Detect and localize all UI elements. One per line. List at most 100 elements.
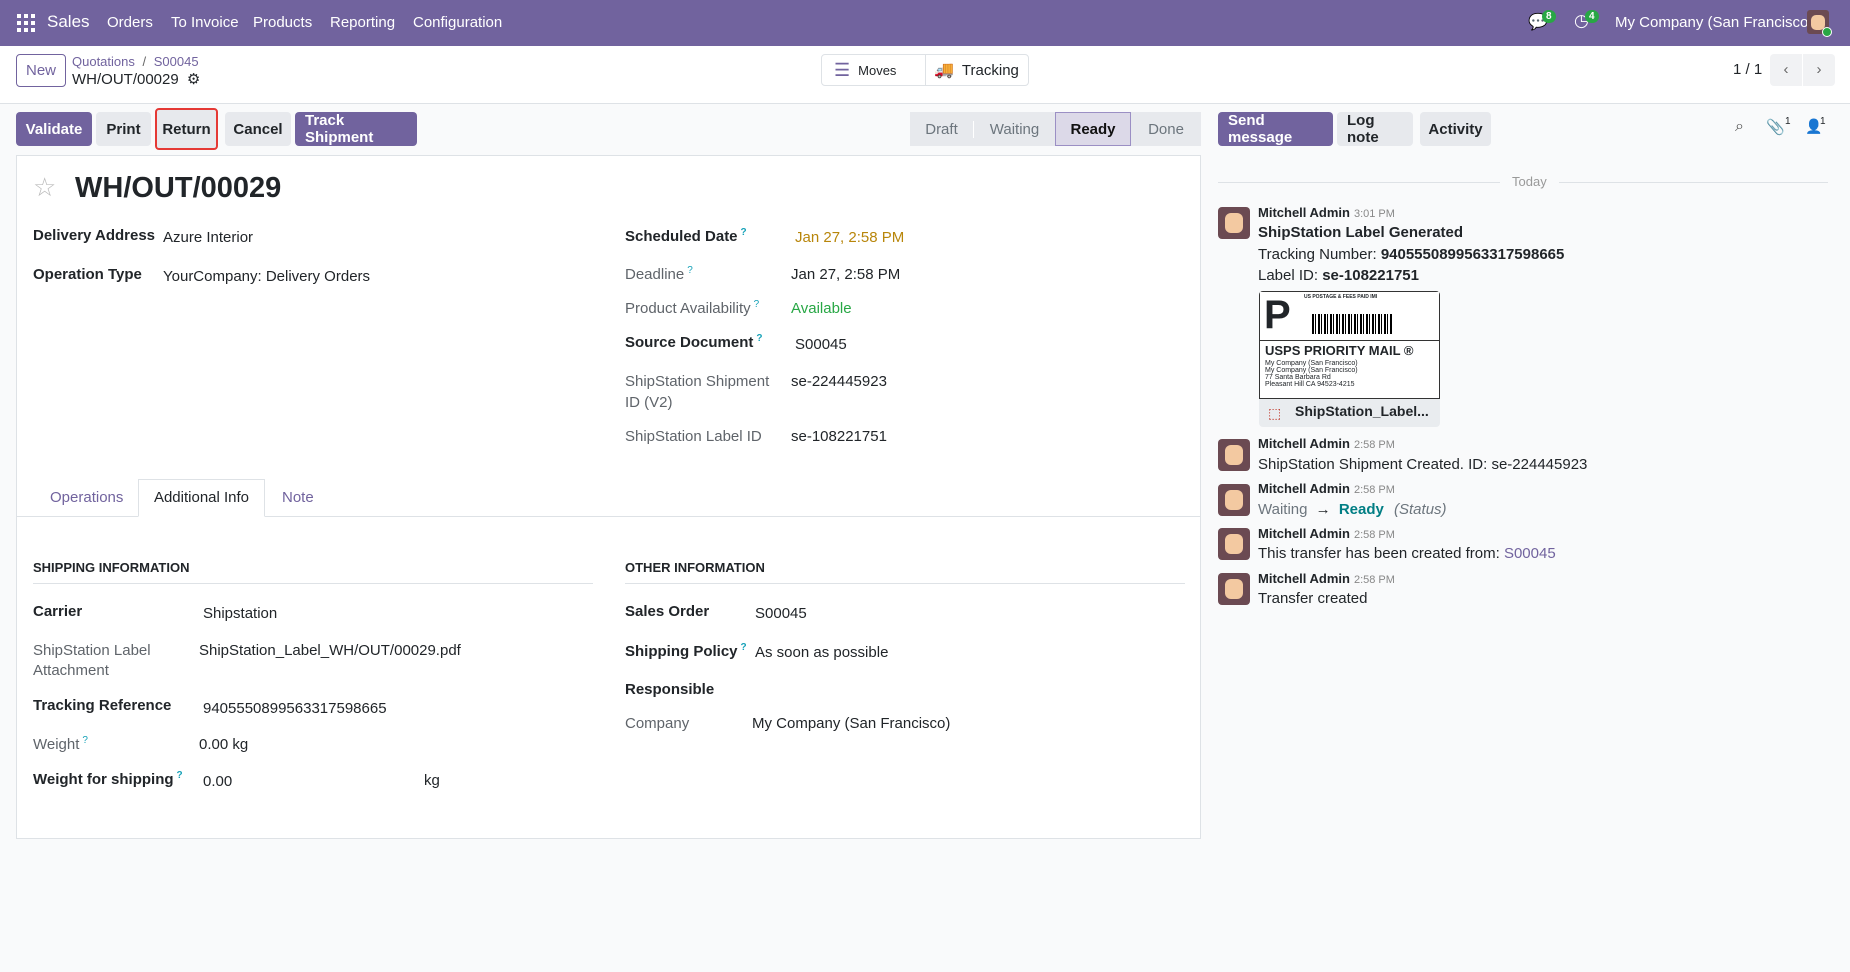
follower-count: 1 (1820, 116, 1826, 127)
author-avatar[interactable] (1218, 573, 1250, 605)
status-draft[interactable]: Draft (910, 121, 973, 138)
message-author[interactable]: Mitchell Admin 2:58 PM (1258, 436, 1395, 451)
shipment-id-label-2: ID (V2) (625, 394, 673, 411)
shipping-label-image: P US POSTAGE & FEES PAID IMI USPS PRIORI… (1259, 291, 1440, 399)
validate-button[interactable]: Validate (16, 112, 92, 146)
breadcrumb: Quotations / S00045 (72, 54, 199, 69)
label-attachment-label: ShipStation Label (33, 642, 151, 659)
author-avatar[interactable] (1218, 439, 1250, 471)
deadline-label: Deadline? (625, 265, 693, 283)
search-icon[interactable]: ⌕ (1735, 118, 1744, 136)
status-done[interactable]: Done (1131, 121, 1201, 138)
message-tracking: Tracking Number: 9405550899563317598665 (1258, 246, 1565, 263)
cancel-button[interactable]: Cancel (225, 112, 291, 146)
message-author[interactable]: Mitchell Admin 2:58 PM (1258, 526, 1395, 541)
sales-order-value[interactable]: S00045 (755, 605, 807, 622)
weight-label: Weight? (33, 735, 88, 753)
weight-shipping-input[interactable]: 0.00 (203, 773, 232, 790)
delivery-address-value[interactable]: Azure Interior (163, 229, 253, 246)
send-message-button[interactable]: Send message (1218, 112, 1333, 146)
operation-type-label: Operation Type (33, 266, 142, 283)
activity-button[interactable]: Activity (1420, 112, 1491, 146)
label-attachment-link[interactable]: ShipStation_Label_WH/OUT/00029.pdf (199, 642, 461, 659)
author-avatar[interactable] (1218, 528, 1250, 560)
tracking-reference-label: Tracking Reference (33, 697, 172, 714)
author-avatar[interactable] (1218, 484, 1250, 516)
responsible-label: Responsible (625, 681, 715, 698)
shipment-id-value: se-224445923 (791, 373, 887, 390)
truck-icon: 🚚 (934, 62, 954, 79)
shipment-id-label: ShipStation Shipment (625, 373, 770, 390)
availability-label: Product Availability? (625, 299, 760, 317)
menu-products[interactable]: Products (253, 14, 312, 31)
message-author[interactable]: Mitchell Admin 2:58 PM (1258, 571, 1395, 586)
log-note-button[interactable]: Log note (1337, 112, 1413, 146)
tab-operations[interactable]: Operations (50, 489, 123, 506)
app-name[interactable]: Sales (47, 12, 90, 32)
operation-type-value[interactable]: YourCompany: Delivery Orders (163, 268, 370, 285)
message-label-id: Label ID: se-108221751 (1258, 267, 1419, 284)
other-info-heading: OTHER INFORMATION (625, 560, 1185, 584)
status-waiting[interactable]: Waiting (973, 120, 1055, 138)
shipping-info-heading: SHIPPING INFORMATION (33, 560, 593, 584)
new-button[interactable]: New (16, 54, 66, 87)
source-document-value[interactable]: S00045 (795, 336, 847, 353)
print-button[interactable]: Print (96, 112, 151, 146)
pager-prev-button[interactable]: ‹ (1770, 54, 1802, 86)
label-id-label: ShipStation Label ID (625, 428, 762, 445)
pager-value[interactable]: 1 / 1 (1733, 61, 1762, 78)
status-ready[interactable]: Ready (1055, 112, 1131, 146)
barcode (1312, 314, 1392, 334)
shipping-policy-value[interactable]: As soon as possible (755, 644, 888, 661)
app-grid-icon[interactable] (17, 14, 35, 32)
list-icon: ☰ (834, 59, 851, 80)
breadcrumb-order[interactable]: S00045 (154, 54, 199, 69)
company-switcher[interactable]: My Company (San Francisco) (1615, 14, 1813, 31)
status-bar: Draft Waiting Ready Done (910, 112, 1201, 146)
sales-order-label: Sales Order (625, 603, 710, 620)
scheduled-date-value[interactable]: Jan 27, 2:58 PM (795, 229, 904, 246)
breadcrumb-quotations[interactable]: Quotations (72, 54, 135, 69)
track-shipment-button[interactable]: Track Shipment (295, 112, 417, 146)
attachment-name: ShipStation_Label... (1295, 403, 1429, 419)
label-attachment-card[interactable]: P US POSTAGE & FEES PAID IMI USPS PRIORI… (1259, 291, 1440, 427)
label-attachment-label-2: Attachment (33, 662, 109, 679)
weight-shipping-label: Weight for shipping? (33, 770, 183, 788)
record-title: WH/OUT/00029 (75, 172, 282, 204)
record-name: WH/OUT/00029 (72, 71, 179, 88)
date-separator: Today (1500, 174, 1559, 189)
tab-additional-info[interactable]: Additional Info (138, 479, 265, 517)
carrier-label: Carrier (33, 603, 83, 620)
company-label: Company (625, 715, 690, 732)
message-author[interactable]: Mitchell Admin 2:58 PM (1258, 481, 1395, 496)
attachment-count: 1 (1785, 116, 1791, 127)
return-button[interactable]: Return (155, 108, 218, 150)
messages-badge: 8 (1542, 10, 1556, 23)
delivery-address-label: Delivery Address (33, 227, 156, 244)
message-author[interactable]: Mitchell Admin 3:01 PM (1258, 205, 1395, 220)
moves-button[interactable]: ☰ Moves (822, 55, 926, 85)
message-tracking-change: Waiting → Ready (Status) (1258, 501, 1447, 518)
menu-to-invoice[interactable]: To Invoice (171, 14, 239, 31)
label-id-value: se-108221751 (791, 428, 887, 445)
pager-next-button[interactable]: › (1803, 54, 1835, 86)
deadline-value: Jan 27, 2:58 PM (791, 266, 901, 283)
tab-note[interactable]: Note (282, 489, 314, 506)
smart-buttons: ☰ Moves 🚚 Tracking (821, 54, 1029, 86)
menu-orders[interactable]: Orders (107, 14, 153, 31)
menu-configuration[interactable]: Configuration (413, 14, 502, 31)
carrier-value[interactable]: Shipstation (203, 605, 277, 622)
tracking-button[interactable]: 🚚 Tracking (926, 55, 1028, 85)
paperclip-icon[interactable]: 📎 (1766, 118, 1785, 136)
scheduled-date-label: Scheduled Date? (625, 227, 747, 245)
menu-reporting[interactable]: Reporting (330, 14, 395, 31)
company-value[interactable]: My Company (San Francisco) (752, 715, 950, 732)
user-avatar[interactable] (1807, 10, 1832, 37)
message-body: This transfer has been created from: S00… (1258, 545, 1556, 562)
author-avatar[interactable] (1218, 207, 1250, 239)
weight-value: 0.00 kg (199, 736, 249, 753)
tracking-reference-value[interactable]: 9405550899563317598665 (203, 700, 387, 717)
gear-icon[interactable]: ⚙ (187, 71, 200, 88)
source-order-link[interactable]: S00045 (1504, 545, 1556, 562)
star-icon[interactable]: ☆ (33, 172, 56, 203)
